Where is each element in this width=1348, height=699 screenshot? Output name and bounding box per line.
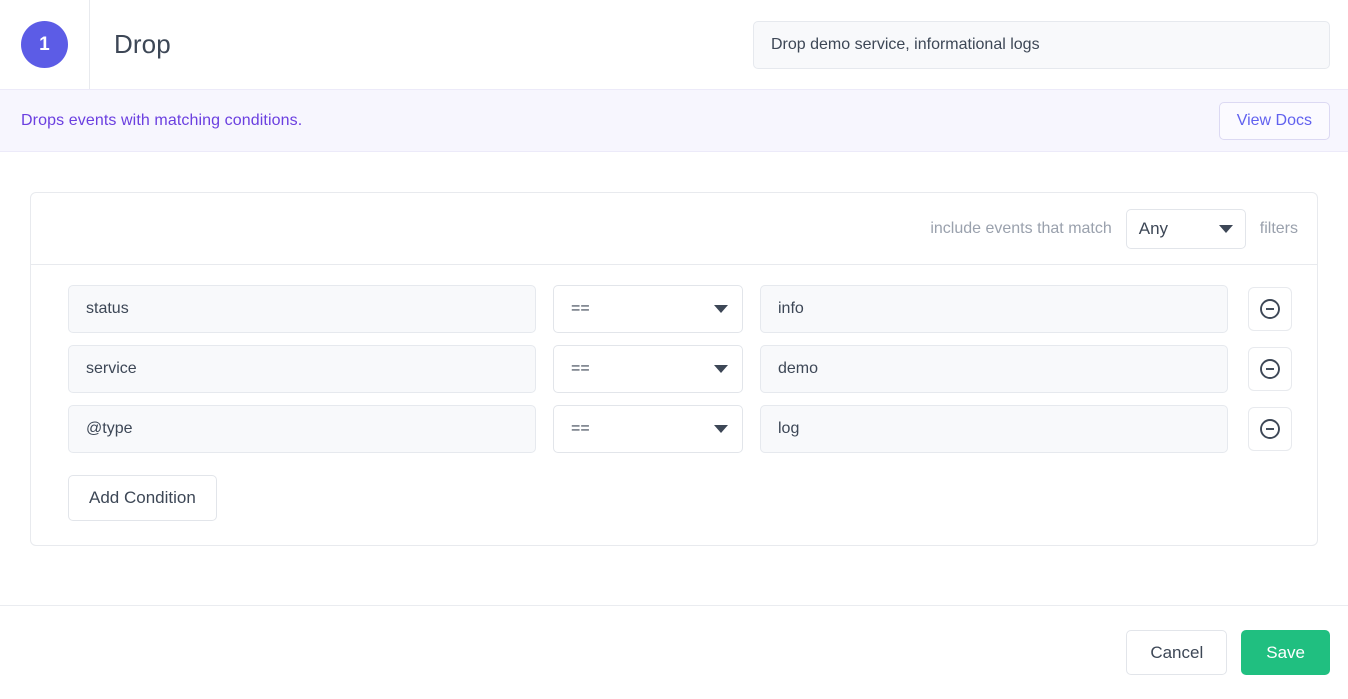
match-mode-value: Any: [1138, 218, 1169, 238]
condition-row: status == info: [31, 285, 1317, 333]
filter-match-suffix-label: filters: [1259, 219, 1298, 237]
header-vertical-divider: [89, 0, 90, 89]
remove-condition-button[interactable]: [1248, 347, 1292, 391]
filter-match-prefix-label: include events that match: [930, 219, 1112, 237]
cancel-button[interactable]: Cancel: [1126, 630, 1228, 675]
add-condition-container: Add Condition: [31, 465, 1317, 521]
step-header: 1 Drop Drop demo service, informational …: [0, 0, 1348, 89]
filter-card: include events that match Any filters st…: [30, 192, 1318, 546]
footer-actions: Cancel Save: [0, 606, 1348, 699]
condition-operator-select[interactable]: ==: [553, 285, 743, 333]
chevron-down-icon: [714, 365, 728, 373]
step-number-label: 1: [39, 33, 50, 55]
chevron-down-icon: [714, 305, 728, 313]
minus-circle-icon: [1260, 359, 1280, 379]
chevron-down-icon: [1218, 224, 1233, 233]
chevron-down-icon: [714, 425, 728, 433]
condition-operator-select[interactable]: ==: [553, 345, 743, 393]
remove-condition-button[interactable]: [1248, 287, 1292, 331]
step-badge-container: 1: [0, 0, 89, 89]
condition-list: status == info service == demo @type == …: [31, 265, 1317, 545]
condition-field-value: service: [86, 360, 137, 377]
condition-value-input[interactable]: log: [760, 405, 1228, 453]
condition-operator-value: ==: [571, 420, 590, 437]
remove-condition-button[interactable]: [1248, 407, 1292, 451]
step-number-badge: 1: [21, 21, 68, 68]
add-condition-button[interactable]: Add Condition: [68, 475, 217, 521]
condition-field-input[interactable]: @type: [68, 405, 536, 453]
info-banner-text: Drops events with matching conditions.: [21, 111, 303, 129]
save-button[interactable]: Save: [1241, 630, 1330, 675]
condition-field-input[interactable]: status: [68, 285, 536, 333]
condition-value-input[interactable]: demo: [760, 345, 1228, 393]
condition-field-input[interactable]: service: [68, 345, 536, 393]
filter-body: include events that match Any filters st…: [0, 152, 1348, 668]
filter-card-header: include events that match Any filters: [31, 193, 1317, 265]
condition-value-input[interactable]: info: [760, 285, 1228, 333]
description-input[interactable]: Drop demo service, informational logs: [753, 20, 1330, 69]
view-docs-button[interactable]: View Docs: [1218, 101, 1330, 140]
condition-field-value: @type: [86, 420, 133, 437]
condition-row: service == demo: [31, 345, 1317, 393]
condition-operator-select[interactable]: ==: [553, 405, 743, 453]
description-input-value: Drop demo service, informational logs: [771, 35, 1040, 53]
info-banner: Drops events with matching conditions. V…: [0, 89, 1348, 152]
condition-value-text: info: [778, 300, 804, 317]
condition-row: @type == log: [31, 405, 1317, 453]
condition-value-text: demo: [778, 360, 819, 377]
condition-value-text: log: [778, 420, 800, 437]
condition-field-value: status: [86, 300, 129, 317]
minus-circle-icon: [1260, 299, 1280, 319]
condition-operator-value: ==: [571, 300, 590, 317]
condition-operator-value: ==: [571, 360, 590, 377]
match-mode-select[interactable]: Any: [1125, 208, 1246, 249]
page-title: Drop: [114, 29, 171, 59]
minus-circle-icon: [1260, 419, 1280, 439]
